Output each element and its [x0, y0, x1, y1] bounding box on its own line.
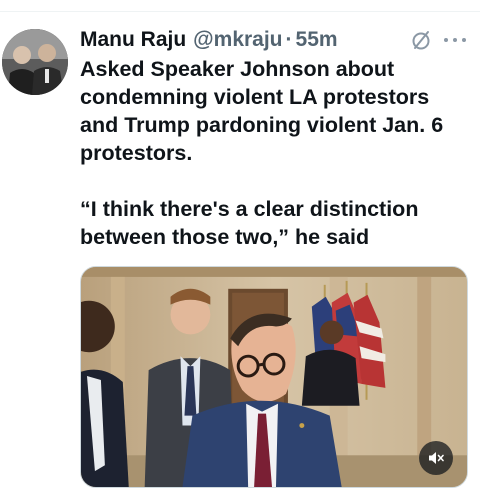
header-separator: · [285, 28, 293, 51]
speaker-muted-icon [429, 452, 444, 464]
tweet-video[interactable] [80, 266, 468, 488]
tweet-header: Manu Raju @mkraju · 55m [80, 27, 338, 53]
tweet-text-line: protestors. [80, 141, 193, 165]
video-frame [81, 267, 467, 487]
tweet-quote-line: “I think there's a clear distinction [80, 197, 419, 221]
tweet-timestamp[interactable]: 55m [296, 28, 338, 52]
grok-slash-circle-icon[interactable] [410, 29, 432, 51]
avatar-image [2, 29, 68, 95]
author-handle[interactable]: @mkraju [193, 28, 282, 52]
tweet-text: Asked Speaker Johnson about condemning v… [80, 55, 475, 251]
tweet-text-line: and Trump pardoning violent Jan. 6 [80, 113, 444, 137]
tweet-text-line: Asked Speaker Johnson about [80, 57, 395, 81]
top-divider [0, 11, 480, 12]
tweet-quote-line: between those two,” he said [80, 225, 370, 249]
tweet-text-line: condemning violent LA protestors [80, 85, 430, 109]
more-horizontal-icon[interactable] [444, 30, 466, 50]
avatar[interactable] [2, 29, 68, 95]
author-display-name[interactable]: Manu Raju [80, 28, 186, 52]
mute-button[interactable] [419, 441, 453, 475]
